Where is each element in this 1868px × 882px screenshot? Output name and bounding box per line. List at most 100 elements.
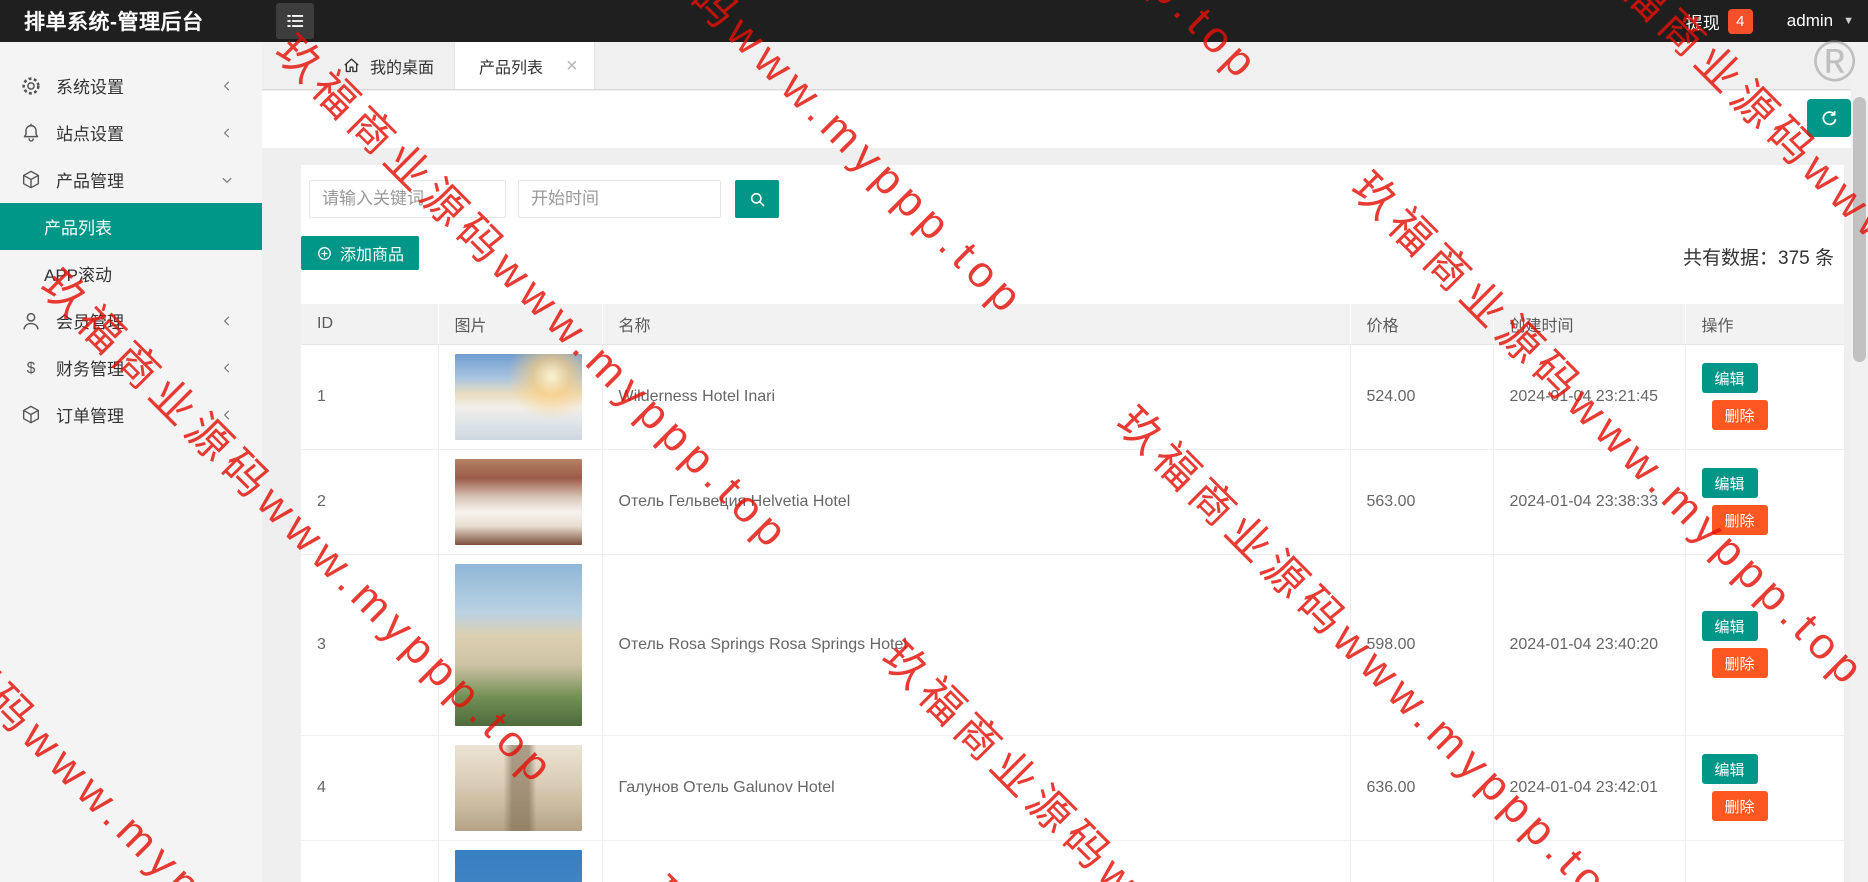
chevron-left-icon	[220, 361, 234, 375]
toolbar-strip	[262, 91, 1868, 148]
cell-price: 563.00	[1350, 449, 1494, 555]
cell-id: 3	[301, 554, 439, 736]
column-header: 名称	[602, 304, 1351, 345]
product-image-hotel-building-mountains	[454, 563, 582, 726]
cell-id: 1	[301, 344, 439, 450]
column-header: 创建时间	[1493, 304, 1686, 345]
cell-image	[438, 344, 603, 450]
cell-price: 598.00	[1350, 554, 1494, 736]
tab-我的桌面[interactable]: 我的桌面	[322, 42, 454, 89]
cell-image	[438, 449, 603, 555]
plus-circle-icon	[316, 245, 333, 262]
edit-button[interactable]: 编辑	[1701, 611, 1758, 641]
delete-button[interactable]: 删除	[1711, 400, 1768, 430]
chevron-left-icon	[220, 126, 234, 140]
sidebar-item-站点设置[interactable]: 站点设置	[0, 109, 262, 156]
chevron-down-icon	[220, 173, 234, 187]
sidebar: 系统设置 站点设置 产品管理 产品列表 APP滚动 会员管理 财务管理 订单管理	[0, 42, 262, 882]
app-title: 排单系统-管理后台	[24, 11, 204, 34]
delete-button[interactable]: 删除	[1711, 505, 1768, 535]
cell-name	[602, 840, 1351, 882]
app-window: 排单系统-管理后台 提现 4 admin ▼ 系统设置 站点设置 产品管理 产品…	[0, 0, 1868, 882]
column-header: 操作	[1685, 304, 1844, 345]
add-product-button[interactable]: 添加商品	[301, 236, 420, 270]
search-icon	[748, 190, 767, 209]
sidebar-item-label: 站点设置	[56, 125, 124, 144]
sidebar-item-label: 产品列表	[44, 219, 112, 238]
header-right-group: 提现 4 admin ▼	[1686, 0, 1854, 42]
scrollbar-thumb[interactable]	[1853, 97, 1866, 362]
delete-button[interactable]: 删除	[1711, 791, 1768, 821]
sidebar-item-会员管理[interactable]: 会员管理	[0, 297, 262, 344]
sidebar-item-label: 会员管理	[56, 313, 124, 332]
sidebar-item-label: APP滚动	[44, 266, 113, 285]
sidebar-item-label: 财务管理	[56, 360, 124, 379]
cell-id: 4	[301, 735, 439, 841]
cell-created: 2024-01-04 23:21:45	[1493, 344, 1686, 450]
cell-id: 2	[301, 449, 439, 555]
column-header: 图片	[438, 304, 603, 345]
withdraw-count-badge[interactable]: 4	[1727, 8, 1753, 34]
keyword-input[interactable]	[309, 180, 506, 218]
start-time-input[interactable]	[518, 180, 721, 218]
list-icon	[284, 10, 306, 32]
cell-actions: 编辑 删除	[1685, 840, 1844, 882]
total-count-text: 共有数据：375 条	[1683, 248, 1834, 269]
sidebar-item-订单管理[interactable]: 订单管理	[0, 391, 262, 438]
add-product-label: 添加商品	[340, 247, 405, 264]
dollar-icon	[20, 357, 42, 379]
tab-产品列表[interactable]: 产品列表 ×	[454, 42, 595, 89]
cell-id	[301, 840, 439, 882]
delete-button[interactable]: 删除	[1711, 648, 1768, 678]
tab-bar: 我的桌面 产品列表 ×	[262, 42, 1868, 90]
cell-actions: 编辑 删除	[1685, 344, 1844, 450]
edit-button[interactable]: 编辑	[1701, 363, 1758, 393]
sidebar-item-财务管理[interactable]: 财务管理	[0, 344, 262, 391]
action-row: 添加商品 共有数据：375 条	[301, 236, 1844, 270]
table-row: 编辑 删除	[301, 840, 1844, 882]
cell-created	[1493, 840, 1686, 882]
sidebar-item-系统设置[interactable]: 系统设置	[0, 62, 262, 109]
table-row: 1 Wilderness Hotel Inari 524.00 2024-01-…	[301, 344, 1844, 450]
close-icon[interactable]: ×	[566, 56, 578, 76]
cell-actions: 编辑 删除	[1685, 735, 1844, 841]
product-image-snowy-resort-sunrise	[454, 353, 582, 440]
sidebar-item-label: 订单管理	[56, 407, 124, 426]
sidebar-item-产品列表[interactable]: 产品列表	[0, 203, 262, 250]
page-scrollbar[interactable]	[1851, 42, 1868, 882]
gear-icon	[20, 75, 42, 97]
cell-actions: 编辑 删除	[1685, 554, 1844, 736]
cell-actions: 编辑 删除	[1685, 449, 1844, 555]
cell-image	[438, 735, 603, 841]
edit-button[interactable]: 编辑	[1701, 754, 1758, 784]
table-row: 4 Галунов Отель Galunov Hotel 636.00 202…	[301, 735, 1844, 841]
product-list-panel: 添加商品 共有数据：375 条 ID图片名称价格创建时间操作 1 Wildern…	[301, 165, 1844, 882]
cell-name: Wilderness Hotel Inari	[602, 344, 1351, 450]
cell-image	[438, 554, 603, 736]
cell-created: 2024-01-04 23:40:20	[1493, 554, 1686, 736]
sidebar-nav: 系统设置 站点设置 产品管理 产品列表 APP滚动 会员管理 财务管理 订单管理	[0, 42, 262, 438]
product-table: ID 图片 名称 价格 创建时间 操作 1 Wilderness Hotel Inari …	[301, 304, 1844, 882]
table-row: 3 Отель Rosa Springs Rosa Springs Hotel …	[301, 554, 1844, 736]
caret-down-icon[interactable]: ▼	[1843, 15, 1854, 27]
withdraw-link[interactable]: 提现	[1686, 9, 1720, 34]
tab-label: 我的桌面	[370, 59, 435, 77]
cell-price	[1350, 840, 1494, 882]
sidebar-item-APP滚动[interactable]: APP滚动	[0, 250, 262, 297]
search-button[interactable]	[735, 180, 779, 218]
product-image-blue-sky	[454, 849, 582, 882]
hamburger-menu-button[interactable]	[276, 3, 314, 39]
chevron-left-icon	[220, 314, 234, 328]
edit-button[interactable]: 编辑	[1701, 468, 1758, 498]
cell-image	[438, 840, 603, 882]
sidebar-item-产品管理[interactable]: 产品管理	[0, 156, 262, 203]
username-dropdown[interactable]: admin	[1787, 11, 1833, 31]
product-image-hotel-room-interior	[454, 458, 582, 545]
sidebar-item-label: 产品管理	[56, 172, 124, 191]
search-row	[301, 165, 1844, 218]
home-icon	[342, 56, 361, 75]
cell-created: 2024-01-04 23:38:33	[1493, 449, 1686, 555]
refresh-button[interactable]	[1807, 99, 1851, 137]
cell-name: Отель Гельвеция Helvetia Hotel	[602, 449, 1351, 555]
tab-label: 产品列表	[479, 59, 544, 77]
